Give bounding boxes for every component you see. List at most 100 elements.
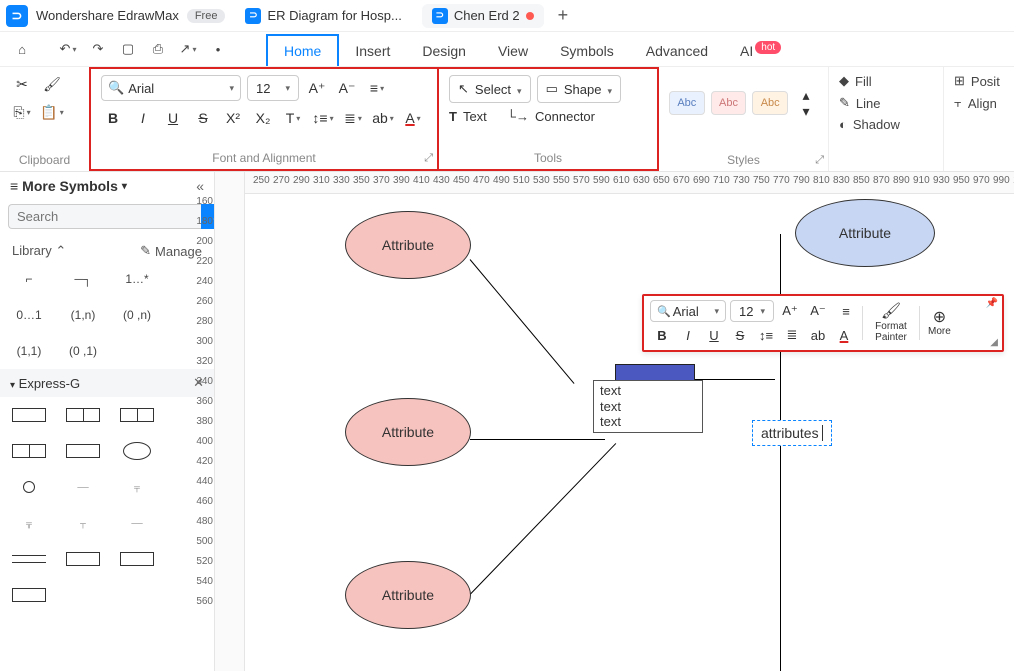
highlight-button[interactable]: ab xyxy=(371,107,395,129)
font-dialog-launcher[interactable]: ⤢ xyxy=(424,152,433,165)
line-spacing-button[interactable]: ↕≡ xyxy=(311,107,335,129)
edge[interactable] xyxy=(470,439,605,440)
shape-tool[interactable]: ▭Shape xyxy=(537,75,621,103)
style-swatch-3[interactable]: Abc xyxy=(752,91,788,115)
float-spacing[interactable]: ↕≡ xyxy=(754,324,778,346)
shape-cell[interactable] xyxy=(118,403,156,427)
label-editing[interactable]: attributes xyxy=(752,420,832,446)
style-next-button[interactable]: ▾ xyxy=(794,104,818,118)
shape-cell[interactable]: ╤ xyxy=(118,475,156,499)
list-button[interactable]: ≣ xyxy=(341,107,365,129)
text-case-button[interactable]: T xyxy=(281,107,305,129)
style-swatch-2[interactable]: Abc xyxy=(711,91,747,115)
shape-cell[interactable] xyxy=(10,583,48,607)
attribute-node[interactable]: Attribute xyxy=(345,211,471,279)
shadow-dropdown[interactable]: ◐Shadow xyxy=(839,117,933,132)
shape-cell[interactable] xyxy=(10,475,48,499)
shape-cell[interactable]: ┬ xyxy=(64,511,102,535)
tab-view[interactable]: View xyxy=(482,36,544,66)
tab-insert[interactable]: Insert xyxy=(339,36,406,66)
float-more[interactable]: ⊕More xyxy=(924,309,955,338)
tab-design[interactable]: Design xyxy=(406,36,482,66)
edge[interactable] xyxy=(470,259,575,384)
copy-button[interactable]: ⎘ xyxy=(10,101,34,123)
save-button[interactable]: ▢ xyxy=(116,37,140,61)
fill-dropdown[interactable]: ◆Fill xyxy=(839,73,933,89)
subscript-button[interactable]: X₂ xyxy=(251,107,275,129)
style-prev-button[interactable]: ▴ xyxy=(794,88,818,102)
attribute-node[interactable]: Attribute xyxy=(795,199,935,267)
shape-cell[interactable]: ── xyxy=(64,475,102,499)
library-toggle[interactable]: Library ⌃ xyxy=(12,243,66,259)
float-dec-font[interactable]: A⁻ xyxy=(806,300,830,322)
search-input[interactable] xyxy=(8,204,201,229)
float-font-size[interactable]: 12 xyxy=(730,300,774,322)
shape-cell[interactable] xyxy=(118,439,156,463)
shape-cell[interactable] xyxy=(118,547,156,571)
float-align[interactable]: ≡ xyxy=(834,300,858,322)
decrease-font-button[interactable]: A⁻ xyxy=(335,77,359,99)
section-express-g[interactable]: ▾ Express-G ✕ xyxy=(0,369,214,397)
float-highlight[interactable]: ab xyxy=(806,324,830,346)
tab-ai[interactable]: AIhot xyxy=(724,36,797,66)
shape-cell[interactable]: (0 ,n) xyxy=(118,303,156,327)
connector-tool[interactable]: └→Connector xyxy=(507,109,605,124)
align-h-button[interactable]: ≡ xyxy=(365,77,389,99)
resize-handle-icon[interactable]: ◢ xyxy=(990,337,998,348)
text-tool[interactable]: TText xyxy=(449,109,487,124)
redo-button[interactable]: ↷ xyxy=(86,37,110,61)
undo-button[interactable]: ↶ xyxy=(56,37,80,61)
file-tab-2[interactable]: ⊃ Chen Erd 2 xyxy=(422,4,544,28)
shape-cell[interactable]: ── xyxy=(118,511,156,535)
collapse-panel-button[interactable]: « xyxy=(196,178,204,194)
shape-cell[interactable] xyxy=(10,403,48,427)
shape-cell[interactable] xyxy=(10,547,48,571)
shape-cell[interactable]: 0…1 xyxy=(10,303,48,327)
print-button[interactable]: ⎙ xyxy=(146,37,170,61)
float-font-name[interactable]: 🔍Arial xyxy=(650,300,726,322)
float-underline[interactable]: U xyxy=(702,324,726,346)
text-node[interactable]: text text text xyxy=(593,380,703,433)
more-quick-icon[interactable]: • xyxy=(206,37,230,61)
file-tab-1[interactable]: ⊃ ER Diagram for Hosp... xyxy=(235,4,411,28)
shape-cell[interactable]: ╦ xyxy=(10,511,48,535)
home-nav-icon[interactable]: ⌂ xyxy=(10,37,34,61)
float-italic[interactable]: I xyxy=(676,324,700,346)
underline-button[interactable]: U xyxy=(161,107,185,129)
float-font-color[interactable]: A xyxy=(832,324,856,346)
line-dropdown[interactable]: ✎Line xyxy=(839,95,933,111)
shape-cell[interactable]: (1,1) xyxy=(10,339,48,363)
pin-icon[interactable]: 📌 xyxy=(986,298,998,309)
styles-dialog-launcher[interactable]: ⤢ xyxy=(815,154,824,167)
align-button[interactable]: ⫟Align xyxy=(954,95,1004,111)
superscript-button[interactable]: X² xyxy=(221,107,245,129)
edge[interactable] xyxy=(470,443,617,595)
shape-cell[interactable] xyxy=(64,547,102,571)
attribute-node[interactable]: Attribute xyxy=(345,561,471,629)
shape-cell[interactable]: ─┐ xyxy=(64,267,102,291)
position-button[interactable]: ⊞Posit xyxy=(954,73,1004,89)
italic-button[interactable]: I xyxy=(131,107,155,129)
tab-advanced[interactable]: Advanced xyxy=(630,36,724,66)
tab-symbols[interactable]: Symbols xyxy=(544,36,630,66)
font-size-dropdown[interactable]: 12 xyxy=(247,75,299,101)
shape-cell[interactable]: ⌐ xyxy=(10,267,48,291)
shape-cell[interactable]: 1…* xyxy=(118,267,156,291)
strike-button[interactable]: S xyxy=(191,107,215,129)
float-format-painter[interactable]: 🖌Format Painter xyxy=(867,303,915,343)
cut-button[interactable]: ✂ xyxy=(10,73,34,95)
bold-button[interactable]: B xyxy=(101,107,125,129)
float-inc-font[interactable]: A⁺ xyxy=(778,300,802,322)
shape-cell[interactable] xyxy=(64,439,102,463)
format-painter-button[interactable]: 🖌 xyxy=(40,73,64,95)
manage-button[interactable]: ✎Manage xyxy=(140,243,202,259)
tab-home[interactable]: Home xyxy=(266,34,339,66)
select-tool[interactable]: ↖Select xyxy=(449,75,531,103)
shape-cell[interactable]: (0 ,1) xyxy=(64,339,102,363)
shape-cell[interactable]: (1,n) xyxy=(64,303,102,327)
float-strike[interactable]: S xyxy=(728,324,752,346)
style-swatch-1[interactable]: Abc xyxy=(669,91,705,115)
symbols-title[interactable]: ≡ More Symbols▾ xyxy=(10,178,127,194)
new-tab-button[interactable]: + xyxy=(548,5,579,26)
float-bullets[interactable]: ≣ xyxy=(780,324,804,346)
